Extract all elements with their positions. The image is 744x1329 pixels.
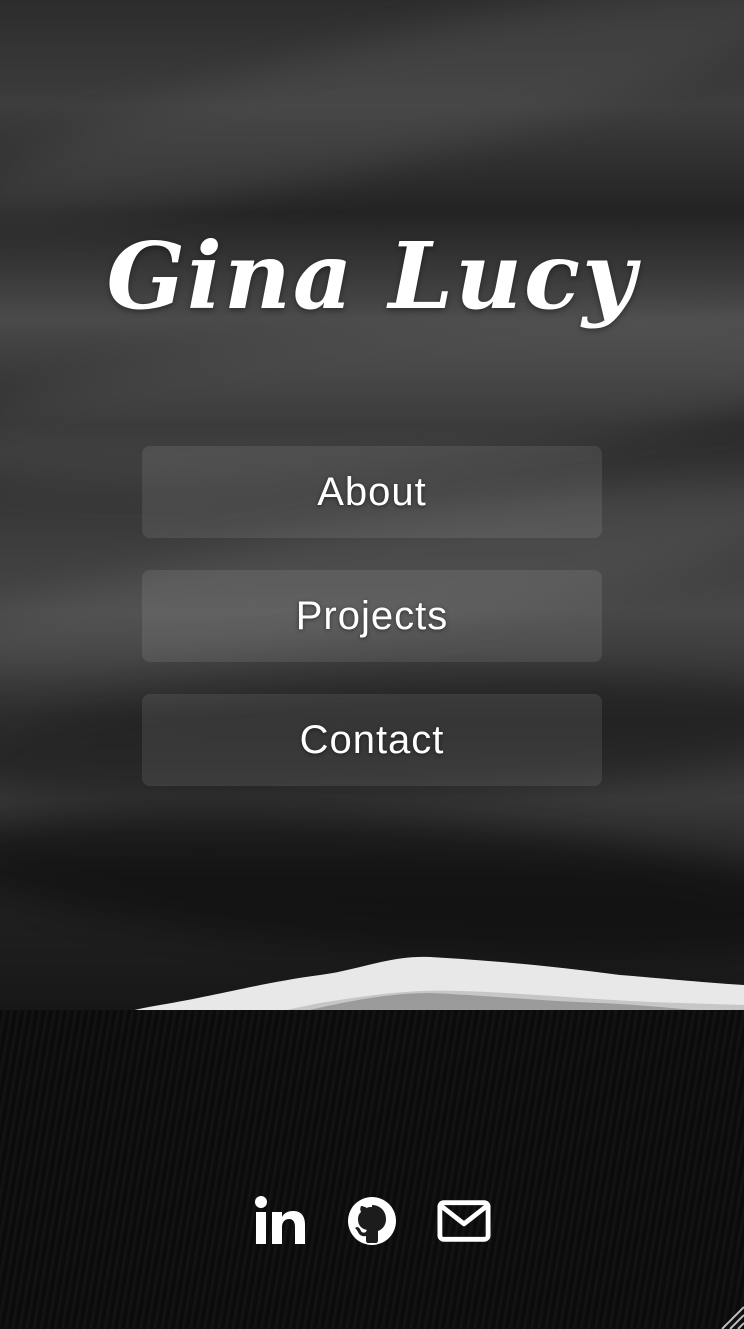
github-icon — [348, 1197, 396, 1245]
github-link[interactable] — [345, 1194, 399, 1248]
nav-about-button[interactable]: About — [142, 446, 602, 538]
resize-grip-icon — [721, 1306, 744, 1329]
main-nav: About Projects Contact — [142, 446, 602, 818]
social-links — [0, 1194, 744, 1248]
black-sand — [0, 1010, 744, 1329]
nav-contact-button[interactable]: Contact — [142, 694, 602, 786]
linkedin-link[interactable] — [253, 1194, 307, 1248]
linkedin-icon — [255, 1196, 305, 1244]
email-link[interactable] — [437, 1194, 491, 1248]
site-title: Gina Lucy — [106, 222, 638, 330]
envelope-icon — [437, 1200, 491, 1242]
page: Gina Lucy About Projects Contact — [0, 0, 744, 1329]
nav-projects-button[interactable]: Projects — [142, 570, 602, 662]
